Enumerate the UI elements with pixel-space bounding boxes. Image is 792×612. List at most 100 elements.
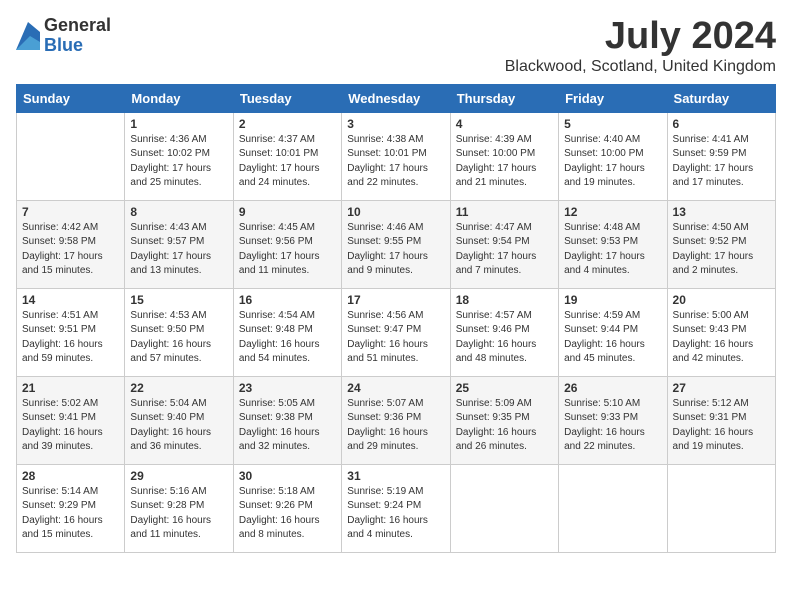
day-number: 9 xyxy=(239,205,336,219)
day-number: 3 xyxy=(347,117,444,131)
calendar-cell: 28 Sunrise: 5:14 AM Sunset: 9:29 PM Dayli… xyxy=(17,464,125,552)
calendar-cell: 17Sunrise: 4:56 AM Sunset: 9:47 PM Dayli… xyxy=(342,288,450,376)
day-number: 20 xyxy=(673,293,770,307)
header-wednesday: Wednesday xyxy=(342,84,450,112)
day-info: Sunrise: 5:14 AM Sunset: 9:29 PM Dayligh… xyxy=(22,485,119,543)
calendar-cell: 27Sunrise: 5:12 AM Sunset: 9:31 PM Dayli… xyxy=(667,376,775,464)
day-info: Sunrise: 4:54 AM Sunset: 9:48 PM Dayligh… xyxy=(239,309,336,367)
day-number: 2 xyxy=(239,117,336,131)
calendar-cell: 4 Sunrise: 4:39 AM Sunset: 10:00 PM Dayli… xyxy=(450,112,558,200)
month-title: July 2024 xyxy=(505,16,776,58)
day-info: Sunrise: 5:10 AM Sunset: 9:33 PM Dayligh… xyxy=(564,397,661,455)
calendar-cell: 8Sunrise: 4:43 AM Sunset: 9:57 PM Daylig… xyxy=(125,200,233,288)
day-info: Sunrise: 4:43 AM Sunset: 9:57 PM Dayligh… xyxy=(130,221,227,279)
day-number: 12 xyxy=(564,205,661,219)
calendar-cell: 3 Sunrise: 4:38 AM Sunset: 10:01 PM Dayli… xyxy=(342,112,450,200)
day-info: Sunrise: 5:00 AM Sunset: 9:43 PM Dayligh… xyxy=(673,309,770,367)
day-number: 7 xyxy=(22,205,119,219)
day-number: 26 xyxy=(564,381,661,395)
day-number: 29 xyxy=(130,469,227,483)
day-info: Sunrise: 4:47 AM Sunset: 9:54 PM Dayligh… xyxy=(456,221,553,279)
day-number: 25 xyxy=(456,381,553,395)
day-number: 1 xyxy=(130,117,227,131)
day-info: Sunrise: 4:40 AM Sunset: 10:00 PM Daylig… xyxy=(564,133,661,191)
day-info: Sunrise: 5:18 AM Sunset: 9:26 PM Dayligh… xyxy=(239,485,336,543)
day-number: 11 xyxy=(456,205,553,219)
day-info: Sunrise: 4:37 AM Sunset: 10:01 PM Daylig… xyxy=(239,133,336,191)
header-monday: Monday xyxy=(125,84,233,112)
day-info: Sunrise: 4:51 AM Sunset: 9:51 PM Dayligh… xyxy=(22,309,119,367)
day-info: Sunrise: 4:38 AM Sunset: 10:01 PM Daylig… xyxy=(347,133,444,191)
day-info: Sunrise: 4:59 AM Sunset: 9:44 PM Dayligh… xyxy=(564,309,661,367)
day-number: 23 xyxy=(239,381,336,395)
day-number: 18 xyxy=(456,293,553,307)
day-info: Sunrise: 4:41 AM Sunset: 9:59 PM Dayligh… xyxy=(673,133,770,191)
day-number: 24 xyxy=(347,381,444,395)
calendar-cell: 26 Sunrise: 5:10 AM Sunset: 9:33 PM Dayli… xyxy=(559,376,667,464)
day-info: Sunrise: 5:07 AM Sunset: 9:36 PM Dayligh… xyxy=(347,397,444,455)
header-sunday: Sunday xyxy=(17,84,125,112)
day-number: 6 xyxy=(673,117,770,131)
calendar-cell: 21 Sunrise: 5:02 AM Sunset: 9:41 PM Dayli… xyxy=(17,376,125,464)
day-number: 15 xyxy=(130,293,227,307)
day-number: 22 xyxy=(130,381,227,395)
title-block: July 2024 Blackwood, Scotland, United Ki… xyxy=(505,16,776,76)
calendar-cell: 7Sunrise: 4:42 AM Sunset: 9:58 PM Daylig… xyxy=(17,200,125,288)
week-row-2: 7Sunrise: 4:42 AM Sunset: 9:58 PM Daylig… xyxy=(17,200,776,288)
header-tuesday: Tuesday xyxy=(233,84,341,112)
calendar-cell: 23 Sunrise: 5:05 AM Sunset: 9:38 PM Dayli… xyxy=(233,376,341,464)
day-info: Sunrise: 4:48 AM Sunset: 9:53 PM Dayligh… xyxy=(564,221,661,279)
day-number: 31 xyxy=(347,469,444,483)
calendar-cell: 6 Sunrise: 4:41 AM Sunset: 9:59 PM Daylig… xyxy=(667,112,775,200)
calendar-cell xyxy=(450,464,558,552)
day-info: Sunrise: 4:39 AM Sunset: 10:00 PM Daylig… xyxy=(456,133,553,191)
calendar-cell: 13Sunrise: 4:50 AM Sunset: 9:52 PM Dayli… xyxy=(667,200,775,288)
calendar-cell: 1 Sunrise: 4:36 AM Sunset: 10:02 PM Dayli… xyxy=(125,112,233,200)
calendar-cell: 16Sunrise: 4:54 AM Sunset: 9:48 PM Dayli… xyxy=(233,288,341,376)
header-saturday: Saturday xyxy=(667,84,775,112)
day-number: 10 xyxy=(347,205,444,219)
calendar-cell: 14 Sunrise: 4:51 AM Sunset: 9:51 PM Dayli… xyxy=(17,288,125,376)
header-thursday: Thursday xyxy=(450,84,558,112)
calendar-cell: 22 Sunrise: 5:04 AM Sunset: 9:40 PM Dayli… xyxy=(125,376,233,464)
day-number: 21 xyxy=(22,381,119,395)
day-number: 17 xyxy=(347,293,444,307)
day-info: Sunrise: 4:57 AM Sunset: 9:46 PM Dayligh… xyxy=(456,309,553,367)
day-info: Sunrise: 5:19 AM Sunset: 9:24 PM Dayligh… xyxy=(347,485,444,543)
calendar-cell: 5Sunrise: 4:40 AM Sunset: 10:00 PM Dayli… xyxy=(559,112,667,200)
day-info: Sunrise: 4:53 AM Sunset: 9:50 PM Dayligh… xyxy=(130,309,227,367)
logo: General Blue xyxy=(16,16,111,56)
calendar-cell xyxy=(559,464,667,552)
day-number: 4 xyxy=(456,117,553,131)
calendar-cell: 9Sunrise: 4:45 AM Sunset: 9:56 PM Daylig… xyxy=(233,200,341,288)
week-row-4: 21 Sunrise: 5:02 AM Sunset: 9:41 PM Dayli… xyxy=(17,376,776,464)
day-info: Sunrise: 4:50 AM Sunset: 9:52 PM Dayligh… xyxy=(673,221,770,279)
day-number: 27 xyxy=(673,381,770,395)
calendar-cell: 20 Sunrise: 5:00 AM Sunset: 9:43 PM Dayli… xyxy=(667,288,775,376)
day-info: Sunrise: 5:05 AM Sunset: 9:38 PM Dayligh… xyxy=(239,397,336,455)
logo-blue-text: Blue xyxy=(44,36,111,56)
calendar-cell: 12 Sunrise: 4:48 AM Sunset: 9:53 PM Dayli… xyxy=(559,200,667,288)
week-row-5: 28 Sunrise: 5:14 AM Sunset: 9:29 PM Dayli… xyxy=(17,464,776,552)
calendar-cell: 31 Sunrise: 5:19 AM Sunset: 9:24 PM Dayli… xyxy=(342,464,450,552)
day-info: Sunrise: 5:02 AM Sunset: 9:41 PM Dayligh… xyxy=(22,397,119,455)
calendar-cell: 29 Sunrise: 5:16 AM Sunset: 9:28 PM Dayli… xyxy=(125,464,233,552)
calendar-cell xyxy=(667,464,775,552)
logo-general-text: General xyxy=(44,16,111,36)
calendar-table: SundayMondayTuesdayWednesdayThursdayFrid… xyxy=(16,84,776,553)
calendar-cell: 11 Sunrise: 4:47 AM Sunset: 9:54 PM Dayli… xyxy=(450,200,558,288)
day-info: Sunrise: 5:04 AM Sunset: 9:40 PM Dayligh… xyxy=(130,397,227,455)
day-info: Sunrise: 5:16 AM Sunset: 9:28 PM Dayligh… xyxy=(130,485,227,543)
page-header: General Blue July 2024 Blackwood, Scotla… xyxy=(16,16,776,76)
calendar-cell: 24 Sunrise: 5:07 AM Sunset: 9:36 PM Dayli… xyxy=(342,376,450,464)
location-text: Blackwood, Scotland, United Kingdom xyxy=(505,58,776,76)
header-friday: Friday xyxy=(559,84,667,112)
calendar-cell: 18 Sunrise: 4:57 AM Sunset: 9:46 PM Dayli… xyxy=(450,288,558,376)
day-number: 28 xyxy=(22,469,119,483)
calendar-cell: 15 Sunrise: 4:53 AM Sunset: 9:50 PM Dayli… xyxy=(125,288,233,376)
calendar-cell xyxy=(17,112,125,200)
calendar-cell: 25Sunrise: 5:09 AM Sunset: 9:35 PM Dayli… xyxy=(450,376,558,464)
day-info: Sunrise: 4:36 AM Sunset: 10:02 PM Daylig… xyxy=(130,133,227,191)
week-row-1: 1 Sunrise: 4:36 AM Sunset: 10:02 PM Dayli… xyxy=(17,112,776,200)
day-number: 14 xyxy=(22,293,119,307)
